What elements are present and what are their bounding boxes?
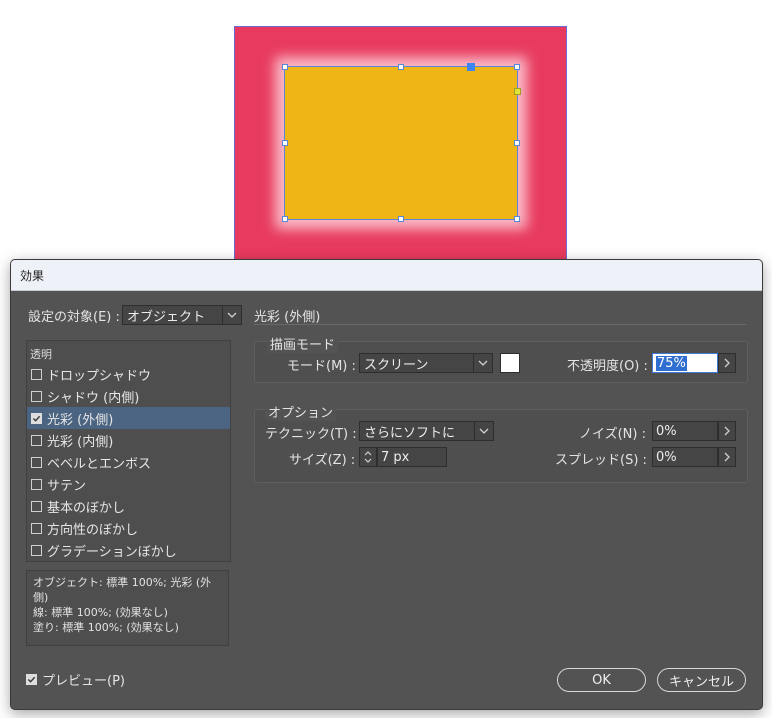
options-group-title: オプション	[265, 402, 337, 421]
preview-label: プレビュー(P)	[42, 674, 125, 689]
resize-handle-middle-right[interactable]	[514, 140, 520, 146]
effect-label: 光彩 (内側)	[47, 434, 114, 450]
summary-line-object: オブジェクト: 標準 100%; 光彩 (外	[33, 576, 212, 589]
effect-list-item[interactable]: 光彩 (内側)	[27, 429, 230, 451]
effect-list-item[interactable]: 方向性のぼかし	[27, 517, 230, 539]
effect-checkbox[interactable]	[31, 390, 42, 402]
effect-label: ドロップシャドウ	[47, 368, 152, 384]
opacity-value: 75%	[656, 355, 687, 371]
resize-handle-top-center[interactable]	[398, 64, 404, 70]
effect-checkbox[interactable]	[31, 412, 42, 424]
resize-handle-middle-left[interactable]	[282, 140, 288, 146]
checkmark-icon	[27, 676, 36, 683]
effect-list-item[interactable]: シャドウ (内側)	[27, 385, 230, 407]
resize-handle-bottom-left[interactable]	[282, 216, 288, 222]
stepper-up-down-icon	[364, 451, 372, 463]
effect-label: 基本のぼかし	[47, 500, 126, 516]
ok-button-label: OK	[592, 672, 611, 688]
spread-input[interactable]: 0%	[652, 447, 718, 467]
chevron-right-icon	[724, 452, 730, 462]
effect-label: 光彩 (外側)	[47, 412, 114, 428]
effect-section-title: 光彩 (外側)	[254, 310, 321, 325]
preview-checkbox-row[interactable]: プレビュー(P)	[26, 670, 125, 689]
effects-list: 透明 ドロップシャドウ シャドウ (内側) 光彩 (外側) 光彩 (内側) ベベルとエン…	[26, 340, 231, 562]
size-value: 7 px	[381, 449, 410, 465]
cancel-button-label: キャンセル	[668, 674, 734, 690]
spread-value: 0%	[656, 449, 677, 465]
checkmark-icon	[32, 415, 41, 422]
chevron-down-icon	[474, 422, 493, 440]
effect-checkbox[interactable]	[31, 368, 42, 380]
effects-dialog: 効果 設定の対象(E) : オブジェクト 光彩 (外側) 透明 ドロップシャドウ…	[10, 259, 763, 710]
cancel-button[interactable]: キャンセル	[657, 668, 746, 692]
corner-widget-handle[interactable]	[467, 63, 475, 71]
effect-label: 方向性のぼかし	[47, 522, 139, 538]
blend-group-title: 描画モード	[267, 334, 339, 353]
glow-color-swatch[interactable]	[500, 353, 520, 373]
resize-handle-bottom-center[interactable]	[398, 216, 404, 222]
technique-select[interactable]: さらにソフトに	[359, 421, 494, 441]
effect-checkbox[interactable]	[31, 544, 42, 556]
effect-list-item[interactable]: グラデーションぼかし	[27, 539, 230, 561]
effect-checkbox[interactable]	[31, 478, 42, 490]
effect-label: ベベルとエンボス	[47, 456, 152, 472]
effect-list-item[interactable]: サテン	[27, 473, 230, 495]
noise-slider-button[interactable]	[718, 421, 736, 441]
live-corner-handle[interactable]	[514, 88, 521, 95]
technique-value: さらにソフトに	[364, 425, 456, 441]
opacity-label: 不透明度(O) :	[567, 359, 648, 374]
effect-checkbox[interactable]	[31, 500, 42, 512]
mode-label: モード(M) :	[287, 359, 356, 374]
target-select-value: オブジェクト	[127, 309, 206, 325]
chevron-right-icon	[724, 358, 730, 368]
section-divider	[254, 324, 746, 325]
target-label: 設定の対象(E) :	[28, 310, 120, 325]
effect-list-item[interactable]: 基本のぼかし	[27, 495, 230, 517]
blend-mode-value: スクリーン	[364, 357, 429, 373]
target-select[interactable]: オブジェクト	[122, 305, 242, 325]
dialog-title: 効果	[20, 268, 45, 283]
effect-list-item[interactable]: ドロップシャドウ	[27, 363, 230, 385]
opacity-input[interactable]: 75%	[652, 353, 718, 373]
ok-button[interactable]: OK	[557, 668, 646, 692]
effect-list-item[interactable]: 光彩 (外側)	[27, 407, 230, 429]
noise-value: 0%	[656, 423, 677, 439]
preview-checkbox[interactable]	[26, 674, 37, 685]
chevron-right-icon	[724, 426, 730, 436]
effect-label: サテン	[47, 478, 87, 494]
summary-line-stroke: 線: 標準 100%; (効果なし)	[33, 606, 168, 619]
effect-checkbox[interactable]	[31, 522, 42, 534]
summary-line-fill: 塗り: 標準 100%; (効果なし)	[33, 621, 179, 634]
effect-label: シャドウ (内側)	[47, 390, 140, 406]
noise-label: ノイズ(N) :	[579, 427, 646, 442]
noise-input[interactable]: 0%	[652, 421, 718, 441]
effect-list-item[interactable]: ベベルとエンボス	[27, 451, 230, 473]
effects-summary: オブジェクト: 標準 100%; 光彩 (外 側) 線: 標準 100%; (効…	[26, 570, 229, 646]
technique-label: テクニック(T) :	[265, 427, 357, 442]
opacity-slider-button[interactable]	[718, 353, 736, 373]
blend-mode-select[interactable]: スクリーン	[359, 353, 493, 373]
spread-label: スプレッド(S) :	[555, 453, 647, 468]
summary-line-object-cont: 側)	[33, 591, 49, 604]
resize-handle-top-right[interactable]	[514, 64, 520, 70]
resize-handle-top-left[interactable]	[282, 64, 288, 70]
size-label: サイズ(Z) :	[289, 453, 356, 468]
size-stepper[interactable]	[359, 447, 377, 467]
resize-handle-bottom-right[interactable]	[514, 216, 520, 222]
transparency-list-header[interactable]: 透明	[30, 346, 52, 362]
dialog-titlebar[interactable]: 効果	[11, 260, 762, 291]
spread-slider-button[interactable]	[718, 447, 736, 467]
chevron-down-icon	[222, 306, 241, 324]
effect-checkbox[interactable]	[31, 456, 42, 468]
effect-checkbox[interactable]	[31, 434, 42, 446]
chevron-down-icon	[473, 354, 492, 372]
size-input[interactable]: 7 px	[377, 447, 447, 467]
selected-object-rectangle[interactable]	[284, 66, 518, 220]
effect-label: グラデーションぼかし	[47, 544, 177, 560]
